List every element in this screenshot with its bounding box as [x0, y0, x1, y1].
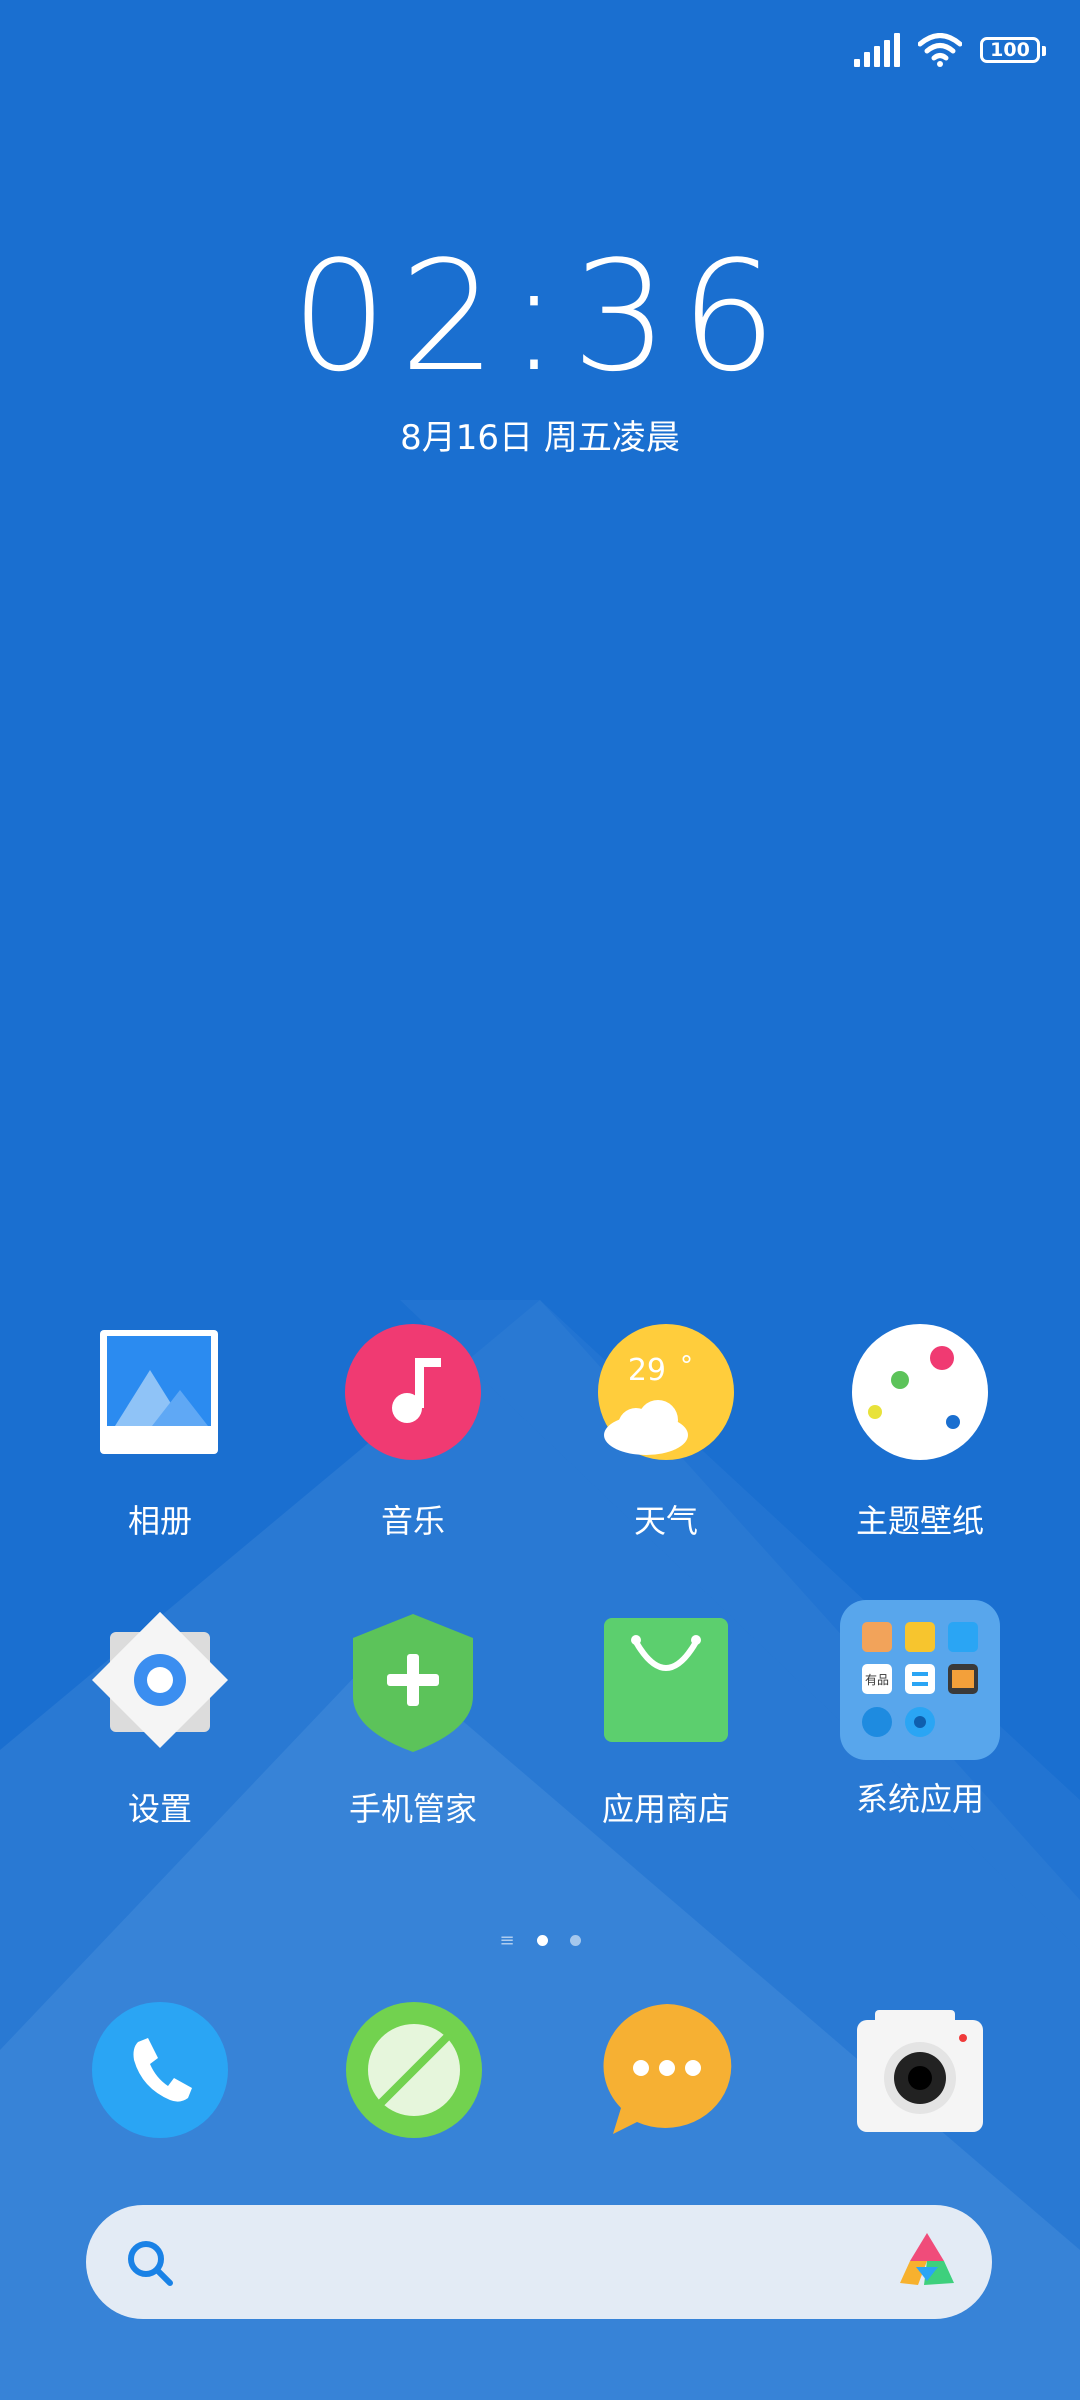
page-dot[interactable] — [569, 1935, 581, 1946]
security-icon — [333, 1610, 493, 1770]
camera-icon — [857, 2010, 983, 2132]
app-themes[interactable]: 主题壁纸 — [820, 1322, 1020, 1542]
page-indicator: ≡ — [0, 1930, 1080, 1951]
app-label: 音乐 — [380, 1502, 445, 1540]
app-label: 相册 — [127, 1502, 192, 1540]
battery-level: 100 — [990, 39, 1030, 61]
folder-mini-label: 有品 — [865, 1673, 889, 1687]
themes-icon — [840, 1322, 1000, 1482]
app-folder[interactable]: 有品 系统应用 — [820, 1600, 1020, 1820]
app-gallery[interactable]: 相册 — [60, 1322, 260, 1542]
search-icon[interactable] — [126, 2239, 176, 2289]
messages-icon — [603, 2004, 732, 2134]
app-label: 系统应用 — [855, 1780, 984, 1818]
app-settings[interactable]: 设置 — [60, 1610, 260, 1830]
music-icon — [333, 1322, 493, 1482]
dock-phone[interactable] — [90, 2000, 250, 2160]
gallery-icon — [80, 1322, 240, 1482]
page-dot-active[interactable] — [536, 1935, 548, 1946]
wifi-icon — [918, 33, 962, 67]
search-bar[interactable] — [86, 2205, 992, 2319]
assistant-logo-icon[interactable] — [894, 2227, 960, 2293]
app-music[interactable]: 音乐 — [313, 1322, 513, 1542]
dock-camera[interactable] — [855, 2000, 1015, 2160]
menu-lines-icon[interactable]: ≡ — [499, 1930, 514, 1951]
app-label: 主题壁纸 — [855, 1502, 984, 1540]
status-bar: 100 — [854, 28, 1046, 72]
weather-unit: ° — [680, 1351, 693, 1381]
dock-messages[interactable] — [597, 2000, 757, 2160]
app-label: 天气 — [633, 1502, 698, 1540]
settings-icon — [80, 1610, 240, 1770]
phone-icon — [92, 2002, 228, 2138]
clock[interactable]: 02:36 — [0, 232, 1080, 402]
app-label: 设置 — [127, 1790, 192, 1828]
weather-temperature: 29 — [628, 1353, 666, 1388]
browser-icon — [346, 2002, 482, 2138]
app-store-icon — [586, 1610, 746, 1770]
weather-icon: 29 ° — [586, 1322, 746, 1482]
date-text[interactable]: 8月16日 周五凌晨 — [0, 410, 1080, 459]
signal-icon — [854, 33, 900, 67]
folder-icon: 有品 — [840, 1600, 1000, 1770]
app-security[interactable]: 手机管家 — [313, 1610, 513, 1830]
battery-indicator: 100 — [980, 37, 1046, 63]
app-label: 手机管家 — [348, 1790, 477, 1828]
app-label: 应用商店 — [601, 1790, 730, 1828]
app-weather[interactable]: 29 ° 天气 — [566, 1322, 766, 1542]
app-store[interactable]: 应用商店 — [566, 1610, 766, 1830]
dock-browser[interactable] — [344, 2000, 504, 2160]
